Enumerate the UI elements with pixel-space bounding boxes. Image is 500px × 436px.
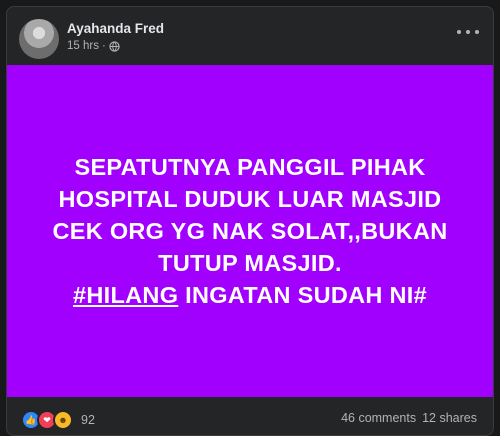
post-line-rest: INGATAN SUDAH NI# bbox=[178, 282, 427, 308]
post-line: CEK ORG YG NAK SOLAT,,BUKAN bbox=[52, 218, 448, 244]
post-line: TUTUP MASJID. bbox=[158, 250, 342, 276]
post-image-text: SEPATUTNYA PANGGIL PIHAK HOSPITAL DUDUK … bbox=[7, 151, 493, 311]
globe-icon bbox=[109, 40, 120, 52]
avatar[interactable] bbox=[19, 19, 59, 59]
more-options-icon[interactable] bbox=[457, 25, 479, 39]
post-timestamp[interactable]: 15 hrs bbox=[67, 40, 99, 52]
hashtag-link[interactable]: #HILANG bbox=[73, 282, 178, 308]
haha-icon: ☻ bbox=[53, 410, 73, 430]
post-meta: 15 hrs · bbox=[67, 40, 120, 52]
shares-count[interactable]: 12 shares bbox=[422, 411, 477, 425]
post-footer: 👍 ❤ ☻ 92 46 comments 12 shares bbox=[7, 399, 493, 435]
reactions-summary[interactable]: 👍 ❤ ☻ 92 bbox=[21, 410, 95, 430]
comments-count[interactable]: 46 comments bbox=[341, 411, 416, 425]
post-header: Ayahanda Fred 15 hrs · bbox=[7, 7, 493, 63]
post-line: #HILANG INGATAN SUDAH NI# bbox=[7, 279, 493, 311]
post-line: HOSPITAL DUDUK LUAR MASJID bbox=[58, 186, 442, 212]
author-name[interactable]: Ayahanda Fred bbox=[67, 21, 164, 36]
meta-separator: · bbox=[101, 40, 106, 52]
reaction-count: 92 bbox=[81, 413, 95, 427]
post-stats: 46 comments 12 shares bbox=[341, 411, 477, 425]
post-image[interactable]: SEPATUTNYA PANGGIL PIHAK HOSPITAL DUDUK … bbox=[7, 65, 493, 397]
post-line: SEPATUTNYA PANGGIL PIHAK bbox=[74, 154, 426, 180]
post-card: Ayahanda Fred 15 hrs · SEPATUTNYA PANGGI… bbox=[6, 6, 494, 436]
